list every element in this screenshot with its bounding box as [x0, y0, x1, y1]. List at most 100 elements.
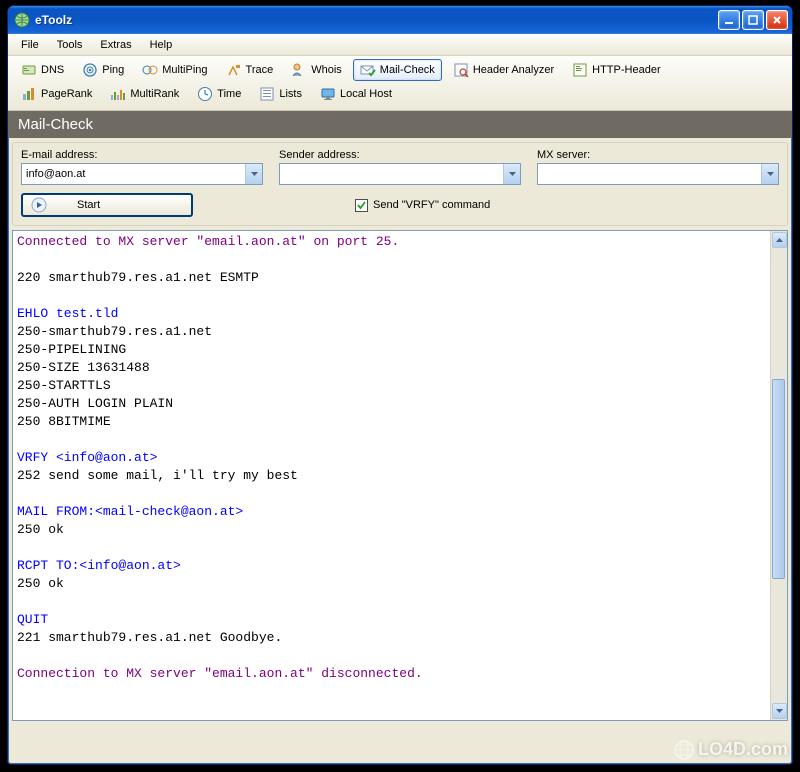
- localhost-icon: [320, 86, 336, 102]
- tool-local-host[interactable]: Local Host: [313, 83, 399, 105]
- httpheader-icon: [572, 62, 588, 78]
- menu-file[interactable]: File: [12, 36, 48, 54]
- output-line: EHLO test.tld: [17, 305, 766, 323]
- mx-combobox[interactable]: [537, 163, 779, 185]
- start-button[interactable]: Start: [21, 193, 193, 217]
- vrfy-label: Send "VRFY" command: [373, 199, 490, 211]
- output-line: 221 smarthub79.res.a1.net Goodbye.: [17, 629, 766, 647]
- output-line: Connection to MX server "email.aon.at" d…: [17, 665, 766, 683]
- scroll-track[interactable]: [771, 249, 787, 702]
- tool-lists[interactable]: Lists: [252, 83, 309, 105]
- output-line: MAIL FROM:<mail-check@aon.at>: [17, 503, 766, 521]
- tool-label: Header Analyzer: [473, 64, 554, 76]
- tool-http-header[interactable]: HTTP-Header: [565, 59, 667, 81]
- output-line: QUIT: [17, 611, 766, 629]
- vrfy-checkbox[interactable]: [355, 199, 368, 212]
- mx-input[interactable]: [538, 164, 761, 184]
- tool-trace[interactable]: Trace: [219, 59, 281, 81]
- output-line: RCPT TO:<info@aon.at>: [17, 557, 766, 575]
- output-line: 250-PIPELINING: [17, 341, 766, 359]
- tool-label: Ping: [102, 64, 124, 76]
- tool-label: MultiRank: [130, 88, 179, 100]
- tool-label: HTTP-Header: [592, 64, 660, 76]
- output-line: 250 ok: [17, 575, 766, 593]
- titlebar[interactable]: eToolz: [8, 6, 792, 34]
- start-button-label: Start: [77, 199, 183, 211]
- scroll-up-button[interactable]: [772, 232, 787, 248]
- output-line: [17, 593, 766, 611]
- menu-help[interactable]: Help: [141, 36, 182, 54]
- output-text[interactable]: Connected to MX server "email.aon.at" on…: [13, 231, 770, 720]
- scrollbar[interactable]: [770, 231, 787, 720]
- section-header: Mail-Check: [8, 111, 792, 138]
- menu-extras[interactable]: Extras: [91, 36, 140, 54]
- email-combobox[interactable]: [21, 163, 263, 185]
- tool-pagerank[interactable]: PageRank: [14, 83, 99, 105]
- output-line: 252 send some mail, i'll try my best: [17, 467, 766, 485]
- output-line: [17, 251, 766, 269]
- mx-label: MX server:: [537, 149, 779, 161]
- sender-input[interactable]: [280, 164, 503, 184]
- whois-icon: [291, 62, 307, 78]
- window-title: eToolz: [35, 13, 718, 27]
- tool-multirank[interactable]: MultiRank: [103, 83, 186, 105]
- email-label: E-mail address:: [21, 149, 263, 161]
- output-line: [17, 485, 766, 503]
- watermark: LO4D.com: [674, 739, 788, 760]
- dns-icon: [21, 62, 37, 78]
- watermark-text: LO4D.com: [698, 739, 788, 760]
- play-icon: [31, 197, 47, 213]
- minimize-button[interactable]: [718, 10, 740, 30]
- tool-label: Time: [217, 88, 241, 100]
- scroll-thumb[interactable]: [772, 379, 785, 579]
- tool-dns[interactable]: DNS: [14, 59, 71, 81]
- output-line: Connected to MX server "email.aon.at" on…: [17, 233, 766, 251]
- output-line: [17, 287, 766, 305]
- output-line: 250-STARTTLS: [17, 377, 766, 395]
- time-icon: [197, 86, 213, 102]
- tool-label: MultiPing: [162, 64, 207, 76]
- tool-label: Trace: [246, 64, 274, 76]
- sender-combobox[interactable]: [279, 163, 521, 185]
- tool-time[interactable]: Time: [190, 83, 248, 105]
- output-line: [17, 431, 766, 449]
- tool-label: Whois: [311, 64, 342, 76]
- maximize-button[interactable]: [742, 10, 764, 30]
- tool-whois[interactable]: Whois: [284, 59, 349, 81]
- output-line: 220 smarthub79.res.a1.net ESMTP: [17, 269, 766, 287]
- output-line: 250-AUTH LOGIN PLAIN: [17, 395, 766, 413]
- trace-icon: [226, 62, 242, 78]
- chevron-down-icon[interactable]: [761, 164, 778, 184]
- multirank-icon: [110, 86, 126, 102]
- menu-tools[interactable]: Tools: [48, 36, 92, 54]
- output-line: [17, 539, 766, 557]
- close-button[interactable]: [766, 10, 788, 30]
- form-panel: E-mail address: Sender address:: [12, 142, 788, 226]
- menubar: File Tools Extras Help: [8, 34, 792, 56]
- toolbar-row-1: DNS Ping MultiPing Trace Whois Mail-Check Head…: [12, 58, 788, 82]
- tool-label: DNS: [41, 64, 64, 76]
- tool-label: Local Host: [340, 88, 392, 100]
- tool-label: PageRank: [41, 88, 92, 100]
- toolbar-row-2: PageRank MultiRank Time Lists Local Host: [12, 82, 788, 106]
- ping-icon: [82, 62, 98, 78]
- tool-ping[interactable]: Ping: [75, 59, 131, 81]
- tool-mail-check[interactable]: Mail-Check: [353, 59, 442, 81]
- pagerank-icon: [21, 86, 37, 102]
- tool-header-analyzer[interactable]: Header Analyzer: [446, 59, 561, 81]
- chevron-down-icon[interactable]: [503, 164, 520, 184]
- output-line: 250 ok: [17, 521, 766, 539]
- app-icon: [14, 12, 30, 28]
- output-line: 250 8BITMIME: [17, 413, 766, 431]
- output-panel: Connected to MX server "email.aon.at" on…: [12, 230, 788, 721]
- scroll-down-button[interactable]: [772, 703, 787, 719]
- output-line: 250-smarthub79.res.a1.net: [17, 323, 766, 341]
- toolbar: DNS Ping MultiPing Trace Whois Mail-Check Head…: [8, 56, 792, 111]
- chevron-down-icon[interactable]: [245, 164, 262, 184]
- email-input[interactable]: [22, 164, 245, 184]
- lists-icon: [259, 86, 275, 102]
- output-line: 250-SIZE 13631488: [17, 359, 766, 377]
- output-line: VRFY <info@aon.at>: [17, 449, 766, 467]
- tool-multiping[interactable]: MultiPing: [135, 59, 214, 81]
- output-line: [17, 647, 766, 665]
